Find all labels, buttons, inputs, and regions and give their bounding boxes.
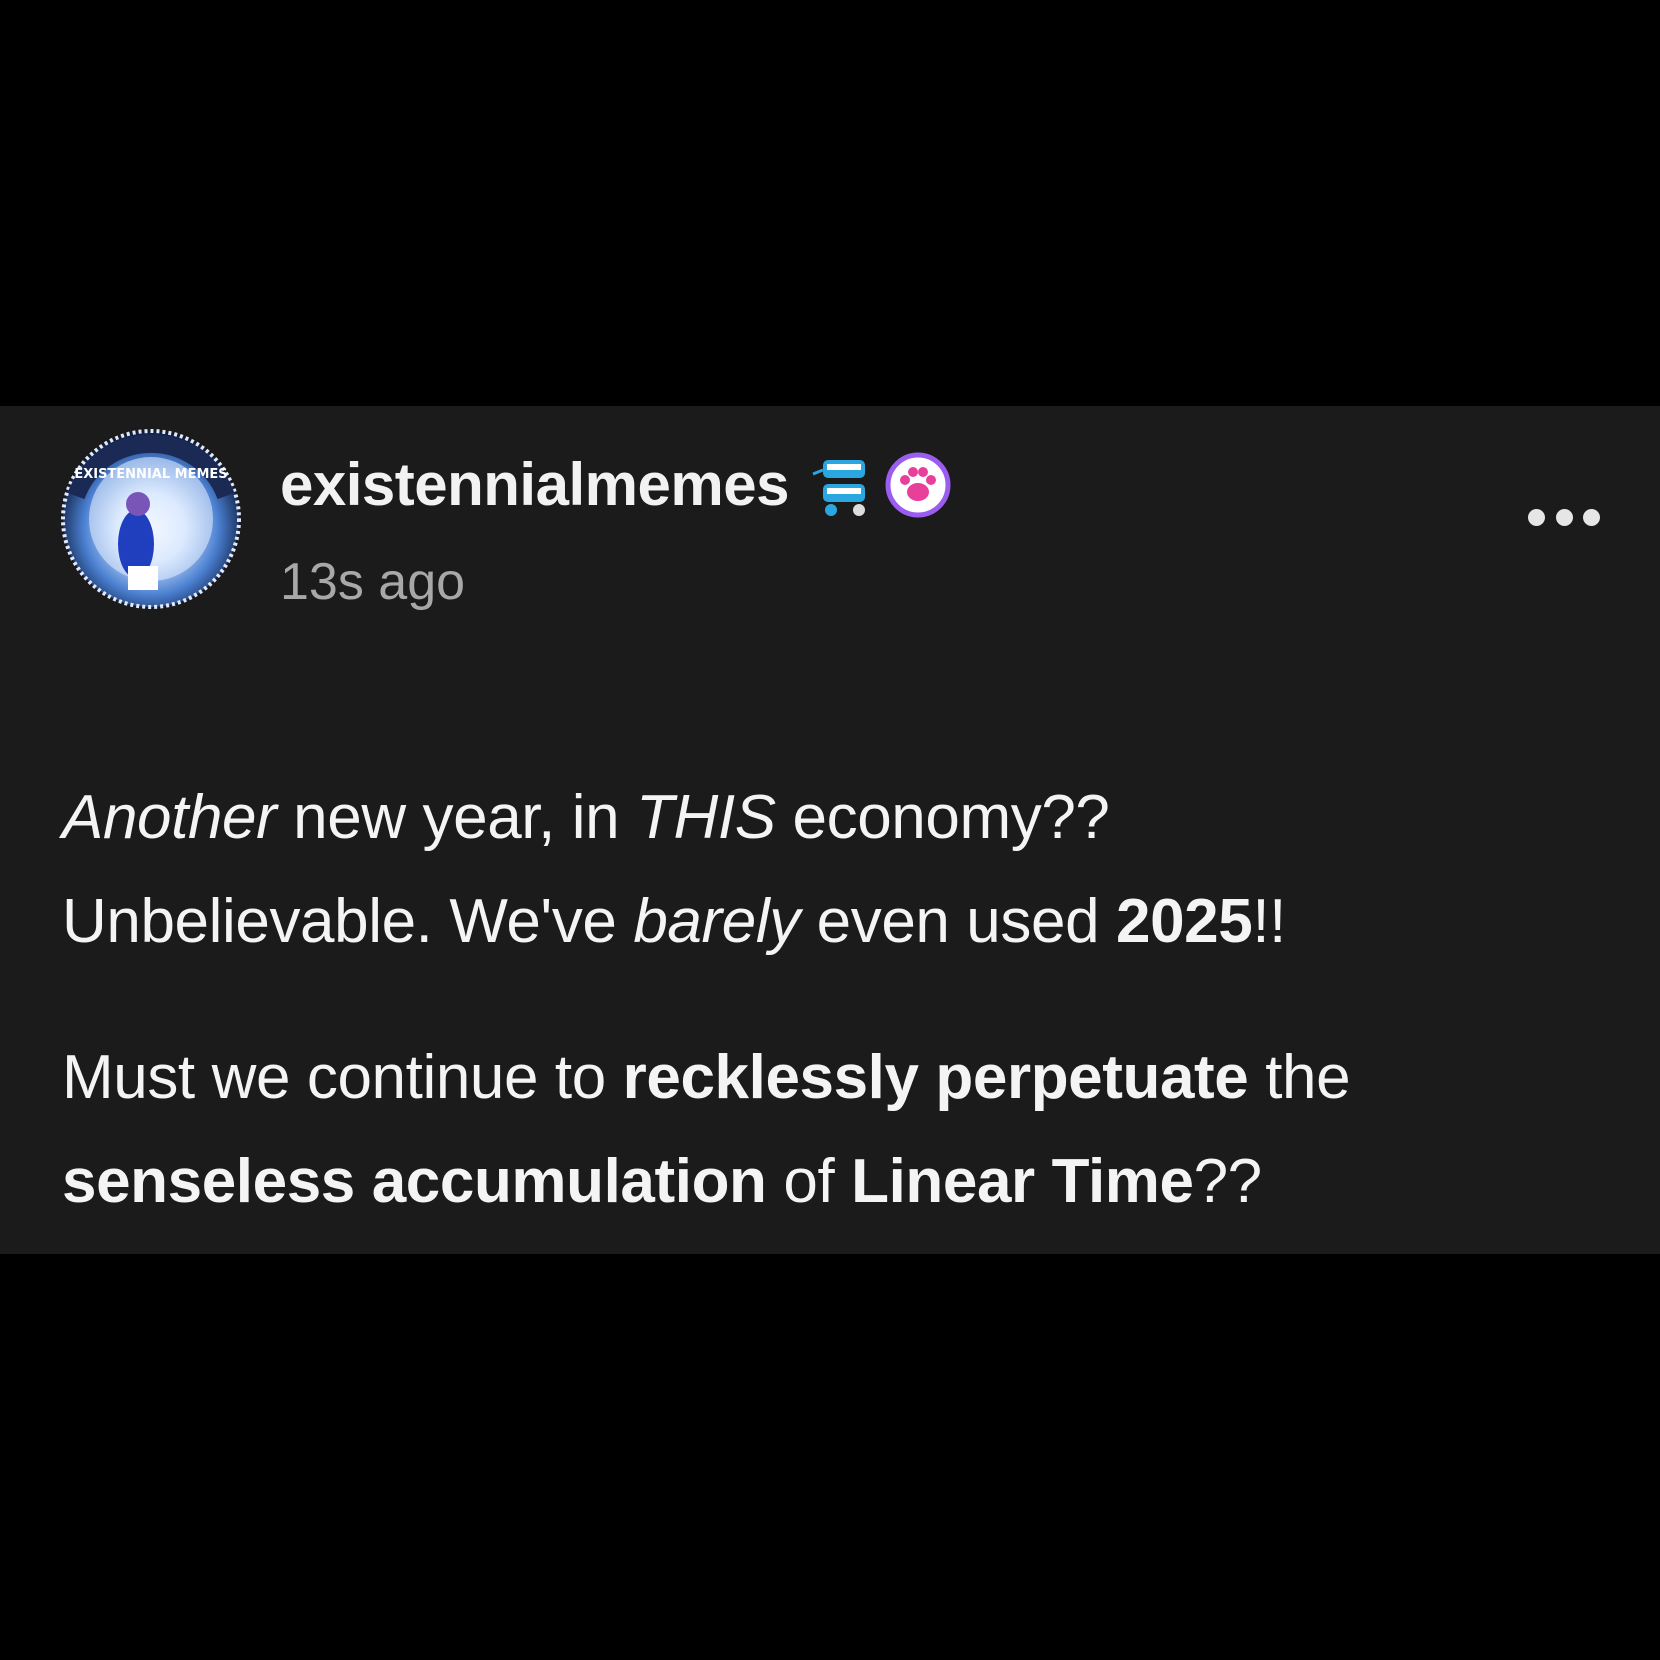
avatar[interactable]: EXISTENNIAL MEMES [58, 426, 244, 612]
body-text: economy?? [775, 783, 1110, 852]
body-text: the [1248, 1043, 1351, 1112]
bold-text: Linear Time [851, 1147, 1194, 1216]
more-dot [1528, 508, 1545, 526]
paw-icon[interactable] [885, 452, 951, 518]
post-paragraph: Must we continue to recklessly perpetuat… [62, 1026, 1622, 1234]
avatar-logo-text: EXISTENNIAL MEMES [74, 467, 227, 482]
bold-text: recklessly perpetuate [622, 1043, 1249, 1112]
body-text: of [766, 1147, 852, 1216]
post-paragraph: Another new year, in THIS economy?? Unbel… [62, 766, 1622, 974]
post-body: Another new year, in THIS economy?? Unbel… [62, 766, 1622, 1234]
more-options-icon[interactable] [1528, 502, 1600, 532]
bold-text: 2025 [1115, 887, 1253, 956]
bold-text: senseless accumulation [62, 1147, 767, 1216]
emphasis-text: THIS [636, 783, 776, 852]
post-card: EXISTENNIAL MEMES existennialmemes 13s a… [0, 406, 1660, 1254]
username[interactable]: existennialmemes [280, 450, 789, 520]
more-dot [1583, 508, 1600, 526]
timestamp[interactable]: 13s ago [280, 552, 465, 612]
more-dot [1555, 508, 1573, 526]
username-row: existennialmemes [280, 450, 951, 520]
chattering-teeth-icon[interactable] [809, 452, 871, 518]
body-text: even used [799, 887, 1116, 956]
body-text: !! [1252, 887, 1286, 956]
body-text: Unbelievable. We've [62, 887, 634, 956]
emphasis-text: Another [62, 783, 277, 852]
avatar-image: EXISTENNIAL MEMES [61, 429, 241, 609]
body-text: ?? [1193, 1147, 1263, 1216]
body-text: new year, in [276, 783, 637, 852]
emphasis-text: barely [633, 887, 800, 956]
body-text: Must we continue to [62, 1043, 623, 1112]
